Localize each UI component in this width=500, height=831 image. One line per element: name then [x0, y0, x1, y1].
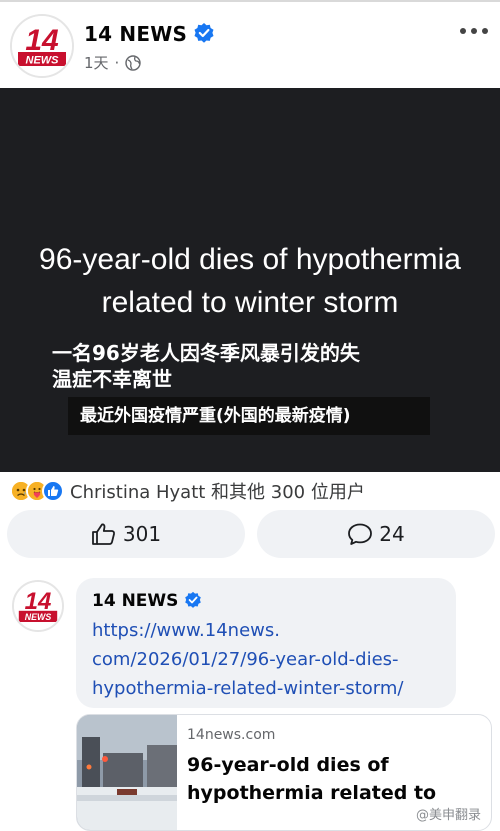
- logo-word: NEWS: [26, 55, 60, 67]
- media-caption: 最近外国疫情严重(外国的最新疫情): [68, 397, 430, 435]
- like-icon: [42, 480, 64, 502]
- like-button[interactable]: 301: [7, 510, 245, 558]
- news-logo-icon: 14 NEWS: [14, 582, 62, 630]
- top-divider: [0, 0, 500, 2]
- more-options-icon[interactable]: [460, 26, 488, 36]
- comment-author[interactable]: 14 NEWS: [92, 591, 202, 611]
- subtitle-line-2: 温症不幸离世: [52, 367, 172, 391]
- thumbs-up-icon: [92, 523, 115, 545]
- post-media[interactable]: 96-year-old dies of hypothermia related …: [0, 88, 500, 472]
- link-line-3[interactable]: hypothermia-related-winter-storm/: [92, 674, 452, 703]
- post-header: 14 NEWS 14 NEWS 1天 ·: [0, 10, 500, 80]
- commenter-avatar[interactable]: 14 NEWS: [12, 580, 64, 632]
- headline-line-2: related to winter storm: [101, 286, 399, 319]
- post-meta: 1天 ·: [84, 52, 142, 73]
- page-avatar[interactable]: 14 NEWS: [10, 14, 74, 78]
- verified-badge-icon: [185, 591, 202, 608]
- comment-author-text[interactable]: 14 NEWS: [92, 591, 178, 611]
- preview-title: 96-year-old dies of hypothermia related …: [187, 751, 487, 807]
- watermark: @美申翻录: [411, 803, 485, 824]
- comment-icon: [348, 523, 373, 545]
- preview-thumbnail: [77, 715, 177, 830]
- comment-count: 24: [379, 522, 405, 546]
- like-count: 301: [122, 522, 162, 546]
- news-logo-icon: 14 NEWS: [12, 16, 72, 76]
- comment-button[interactable]: 24: [257, 510, 495, 558]
- media-chinese-subtitle: 一名96岁老人因冬季风暴引发的失 温症不幸离世: [52, 340, 452, 392]
- preview-domain: 14news.com: [187, 727, 276, 743]
- link-line-1[interactable]: https://www.14news.: [92, 616, 452, 645]
- post-time[interactable]: 1天: [84, 52, 109, 73]
- reaction-summary-text: Christina Hyatt 和其他 300 位用户: [70, 482, 365, 503]
- comment-bubble: 14 NEWS https://www.14news. com/2026/01/…: [76, 578, 456, 708]
- media-headline: 96-year-old dies of hypothermia related …: [0, 238, 500, 324]
- meta-separator: ·: [114, 53, 120, 72]
- page-name-text[interactable]: 14 NEWS: [84, 22, 187, 46]
- comment-link[interactable]: https://www.14news. com/2026/01/27/96-ye…: [92, 616, 452, 703]
- subtitle-line-1: 一名96岁老人因冬季风暴引发的失: [52, 341, 360, 365]
- link-line-2[interactable]: com/2026/01/27/96-year-old-dies-: [92, 645, 452, 674]
- preview-title-line-1: 96-year-old dies of: [187, 754, 389, 776]
- logo-word: NEWS: [25, 612, 52, 622]
- reaction-summary[interactable]: Christina Hyatt 和其他 300 位用户: [10, 478, 365, 504]
- link-preview-card[interactable]: 14news.com 96-year-old dies of hypotherm…: [76, 714, 492, 831]
- globe-icon: [125, 54, 142, 71]
- page-name[interactable]: 14 NEWS: [84, 22, 215, 46]
- verified-badge-icon: [194, 23, 214, 43]
- headline-line-1: 96-year-old dies of hypothermia: [39, 243, 461, 276]
